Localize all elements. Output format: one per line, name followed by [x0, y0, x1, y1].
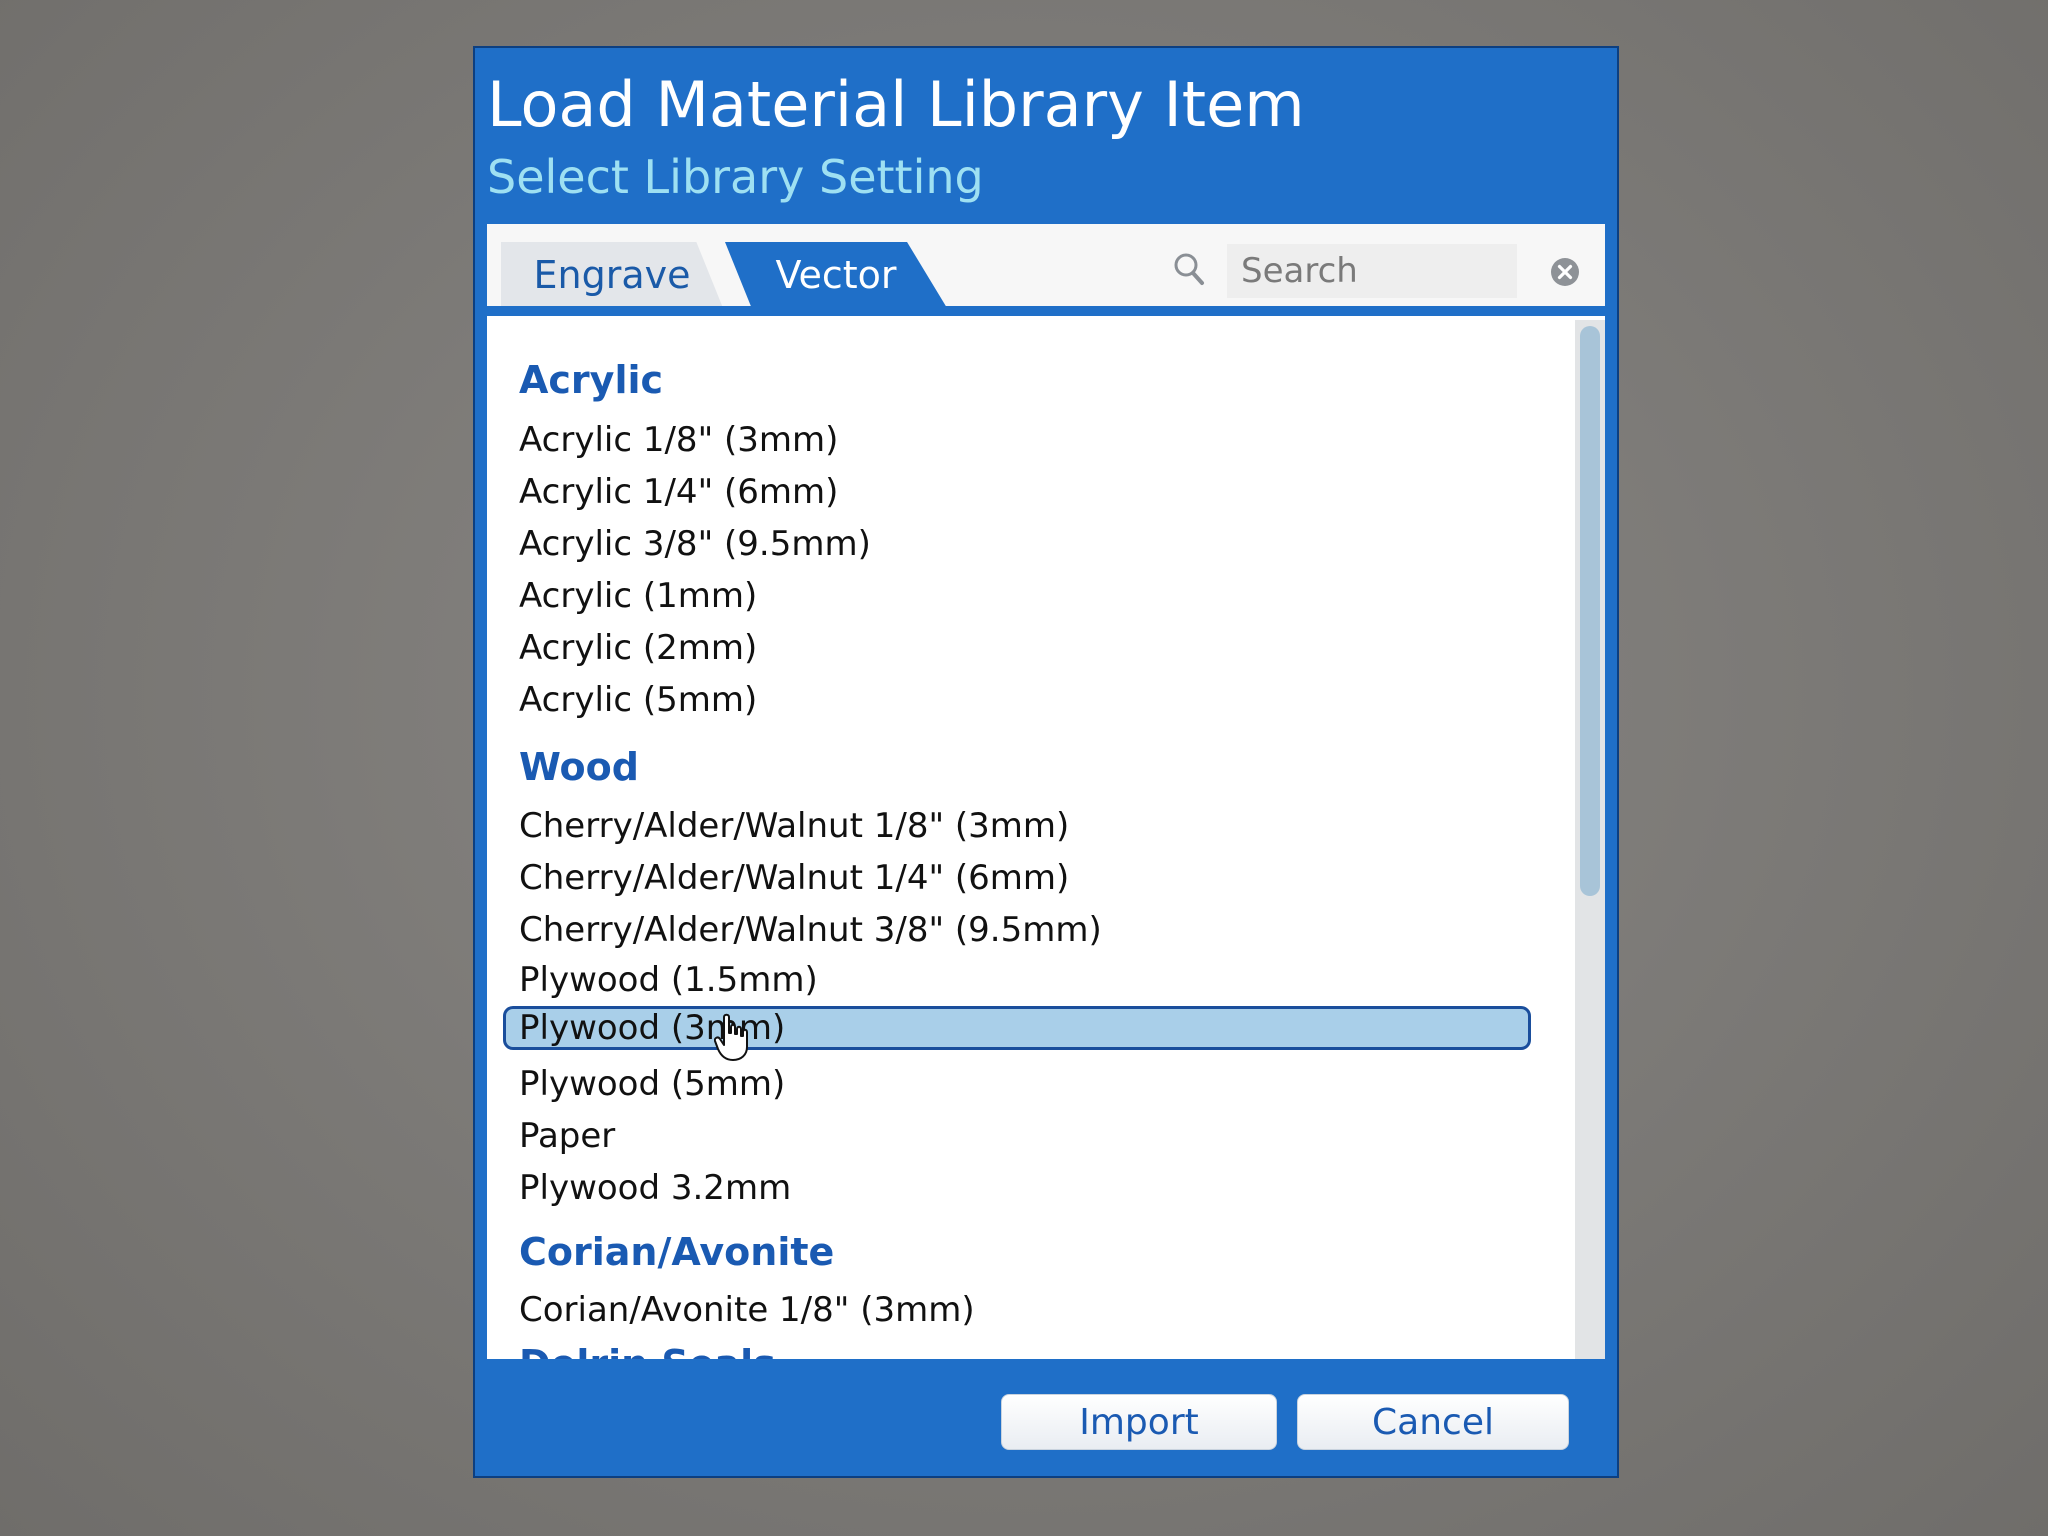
cancel-button[interactable]: Cancel	[1297, 1394, 1569, 1450]
hand-cursor-icon	[714, 1013, 748, 1061]
list-item[interactable]: Cherry/Alder/Walnut 1/8" (3mm)	[519, 806, 1069, 846]
group-header-wood: Wood	[519, 745, 639, 789]
clear-search-icon[interactable]	[1549, 256, 1581, 288]
list-item[interactable]: Acrylic (5mm)	[519, 680, 757, 720]
search-icon	[1174, 253, 1204, 285]
tab-engrave[interactable]: Engrave	[501, 242, 723, 308]
list-item[interactable]: Cherry/Alder/Walnut 3/8" (9.5mm)	[519, 910, 1102, 950]
list-item-selected[interactable]: Plywood (3mm)	[503, 1006, 1531, 1061]
list-item[interactable]: Acrylic (1mm)	[519, 576, 757, 616]
list-item[interactable]: Paper	[519, 1116, 615, 1156]
list-item[interactable]: Acrylic 1/8" (3mm)	[519, 420, 838, 460]
group-header-acrylic: Acrylic	[519, 358, 664, 402]
tab-bar: Engrave Vector	[487, 224, 1605, 316]
list-item[interactable]: Corian/Avonite 1/8" (3mm)	[519, 1290, 975, 1330]
list-item[interactable]: Cherry/Alder/Walnut 1/4" (6mm)	[519, 858, 1069, 898]
tab-underline	[487, 306, 1605, 316]
scrollbar-track[interactable]	[1575, 320, 1605, 1359]
import-button[interactable]: Import	[1001, 1394, 1277, 1450]
group-header-delrin: Delrin Seals	[519, 1342, 776, 1359]
list-item[interactable]: Acrylic 3/8" (9.5mm)	[519, 524, 871, 564]
group-header-corian: Corian/Avonite	[519, 1230, 835, 1274]
dialog-subtitle: Select Library Setting	[487, 150, 984, 204]
scrollbar-thumb[interactable]	[1580, 326, 1600, 896]
list-item[interactable]: Plywood 3.2mm	[519, 1168, 791, 1208]
search-input[interactable]	[1227, 244, 1517, 298]
list-item[interactable]: Acrylic 1/4" (6mm)	[519, 472, 838, 512]
list-item[interactable]: Plywood (5mm)	[519, 1064, 785, 1104]
list-item[interactable]: Acrylic (2mm)	[519, 628, 757, 668]
tab-vector[interactable]: Vector	[725, 242, 947, 308]
library-panel: Engrave Vector Acrylic Acrylic 1/8" (3mm…	[487, 224, 1605, 1359]
material-list: Acrylic Acrylic 1/8" (3mm) Acrylic 1/4" …	[487, 320, 1575, 1359]
list-item[interactable]: Plywood (1.5mm)	[519, 960, 818, 1000]
load-material-dialog: Load Material Library Item Select Librar…	[473, 46, 1619, 1478]
dialog-title: Load Material Library Item	[487, 68, 1305, 141]
